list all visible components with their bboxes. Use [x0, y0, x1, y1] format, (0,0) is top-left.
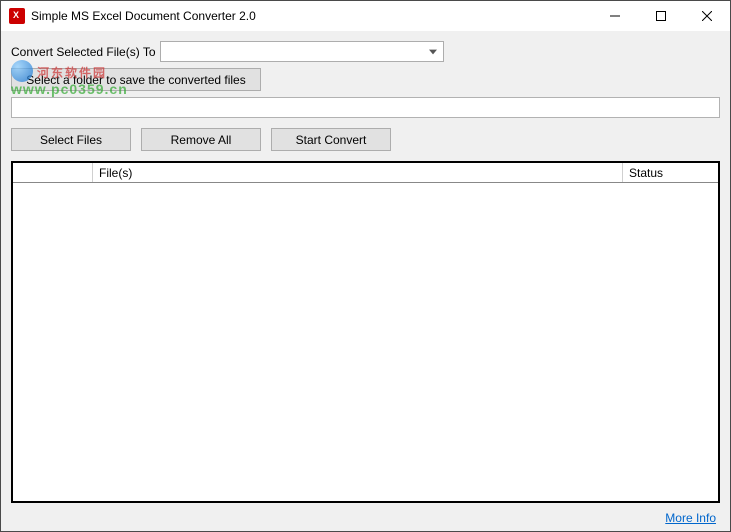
convert-row: Convert Selected File(s) To [11, 41, 720, 62]
app-icon [9, 8, 25, 24]
start-convert-button[interactable]: Start Convert [271, 128, 391, 151]
output-path-field[interactable] [11, 97, 720, 118]
files-table: File(s) Status [11, 161, 720, 503]
window-title: Simple MS Excel Document Converter 2.0 [31, 9, 256, 23]
more-info-link[interactable]: More Info [11, 511, 720, 525]
title-bar: Simple MS Excel Document Converter 2.0 [1, 1, 730, 31]
table-header: File(s) Status [13, 163, 718, 183]
format-dropdown[interactable] [160, 41, 444, 62]
action-button-row: Select Files Remove All Start Convert [11, 128, 720, 151]
title-left: Simple MS Excel Document Converter 2.0 [1, 8, 256, 24]
content-area: 河东软件园 www.pc0359.cn Convert Selected Fil… [1, 31, 730, 531]
select-files-button[interactable]: Select Files [11, 128, 131, 151]
folder-row: Select a folder to save the converted fi… [11, 68, 720, 91]
window-controls [592, 1, 730, 31]
maximize-button[interactable] [638, 1, 684, 31]
select-folder-button[interactable]: Select a folder to save the converted fi… [11, 68, 261, 91]
remove-all-button[interactable]: Remove All [141, 128, 261, 151]
app-window: Simple MS Excel Document Converter 2.0 河… [0, 0, 731, 532]
col-files[interactable]: File(s) [93, 163, 623, 182]
close-button[interactable] [684, 1, 730, 31]
convert-label: Convert Selected File(s) To [11, 45, 156, 59]
col-blank[interactable] [13, 163, 93, 182]
col-status[interactable]: Status [623, 163, 718, 182]
table-body[interactable] [13, 183, 718, 501]
minimize-button[interactable] [592, 1, 638, 31]
chevron-down-icon [425, 44, 441, 60]
